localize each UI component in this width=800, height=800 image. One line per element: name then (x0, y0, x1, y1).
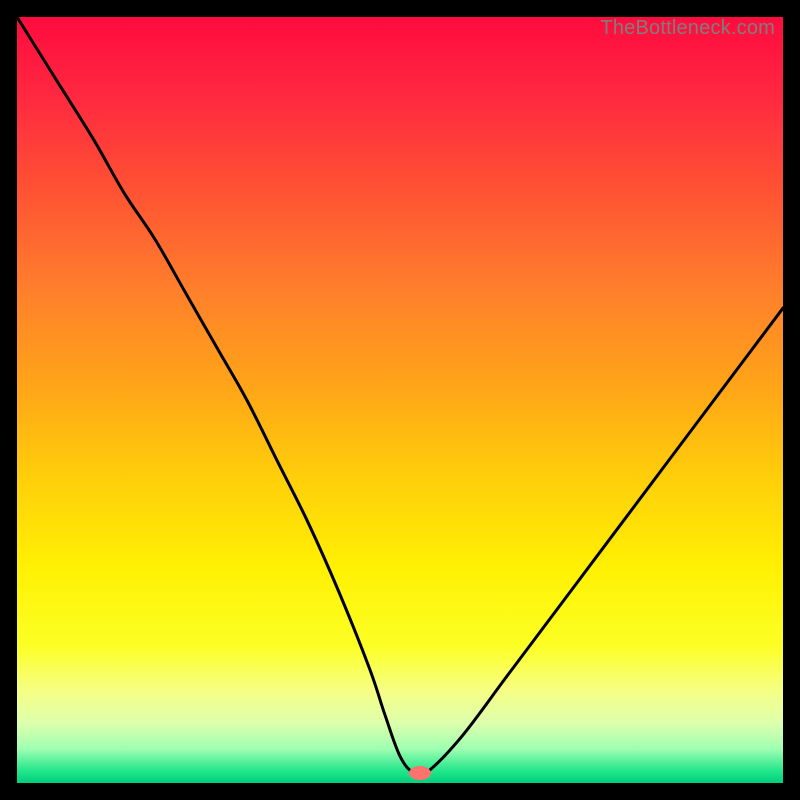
plot-area: TheBottleneck.com (17, 17, 783, 783)
minimum-marker (409, 766, 431, 780)
gradient-background (17, 17, 783, 783)
attribution-label: TheBottleneck.com (600, 17, 775, 40)
bottleneck-chart-svg (17, 17, 783, 783)
chart-frame: TheBottleneck.com (0, 0, 800, 800)
